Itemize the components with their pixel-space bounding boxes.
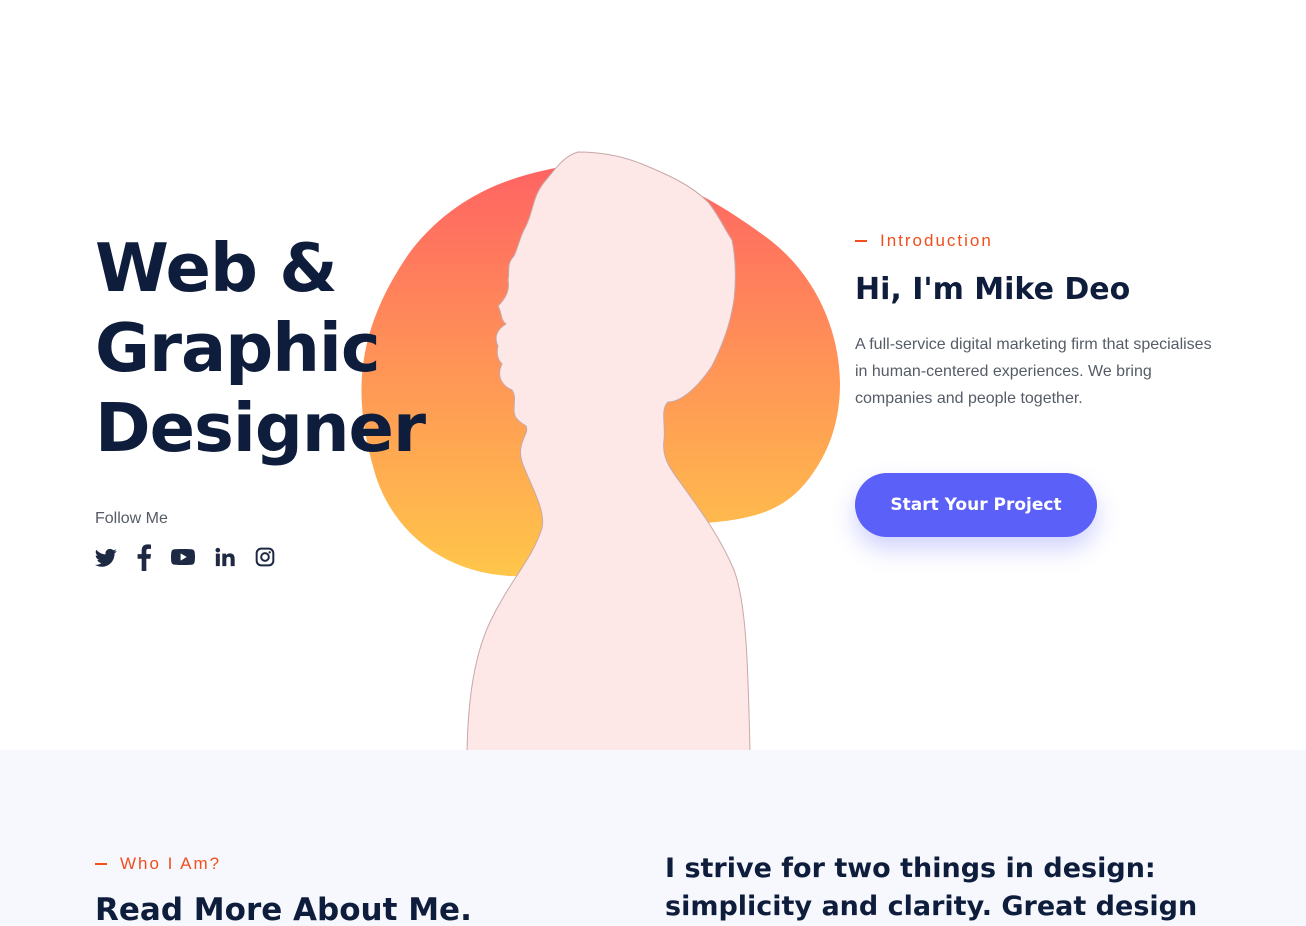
linkedin-icon — [215, 547, 235, 567]
youtube-icon — [171, 549, 195, 565]
follow-me-label: Follow Me — [95, 510, 168, 527]
hero-title-line: Graphic — [95, 309, 381, 387]
hero-section: Web & Graphic Designer Follow Me Introdu… — [0, 0, 1306, 750]
hero-title-line: Designer — [95, 389, 426, 467]
about-quote: I strive for two things in design: simpl… — [665, 853, 1198, 922]
introduction-tag: Introduction — [855, 228, 993, 254]
start-project-button[interactable]: Start Your Project — [855, 473, 1097, 537]
instagram-icon — [255, 547, 275, 567]
accent-dash — [95, 863, 107, 865]
accent-dash — [855, 240, 867, 242]
youtube-link[interactable] — [171, 543, 195, 571]
facebook-link[interactable] — [137, 543, 151, 571]
about-heading: Read More About Me. — [95, 892, 472, 926]
intro-description: A full-service digital marketing firm th… — [855, 336, 1212, 407]
introduction-label: Introduction — [880, 231, 993, 250]
instagram-link[interactable] — [255, 543, 275, 571]
intro-heading: Hi, I'm Mike Deo — [855, 272, 1131, 307]
hero-title: Web & Graphic Designer — [95, 228, 426, 468]
who-am-i-tag: Who I Am? — [95, 851, 221, 877]
about-section: Who I Am? Read More About Me. I strive f… — [0, 750, 1306, 926]
facebook-icon — [137, 544, 151, 571]
twitter-icon — [95, 548, 117, 567]
hero-title-line: Web & — [95, 229, 338, 307]
portrait-illustration — [350, 140, 860, 750]
linkedin-link[interactable] — [215, 543, 235, 571]
twitter-link[interactable] — [95, 543, 117, 571]
who-am-i-label: Who I Am? — [120, 854, 222, 873]
